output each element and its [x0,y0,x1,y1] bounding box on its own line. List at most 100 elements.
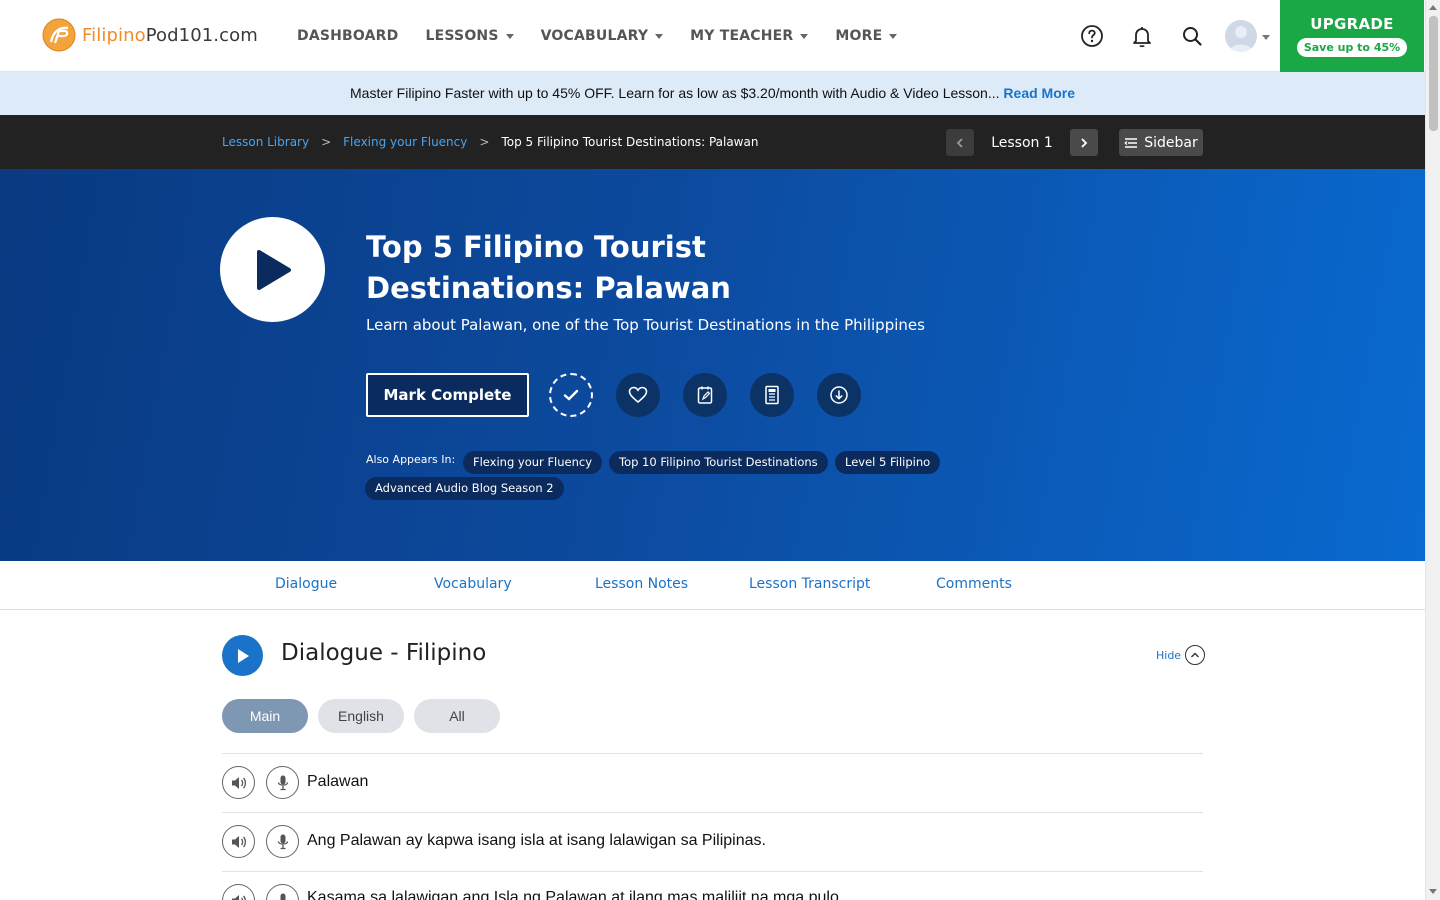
pdf-document-icon [765,385,779,405]
play-lesson-button[interactable] [220,217,325,322]
lesson-title: Top 5 Filipino Tourist Destinations: Pal… [366,230,731,305]
help-icon[interactable] [1080,24,1104,48]
breadcrumb-series[interactable]: Flexing your Fluency [343,135,467,149]
also-appears-label: Also Appears In: [366,453,456,466]
sidebar-toggle-button[interactable]: Sidebar [1119,129,1203,156]
dialogue-line: Palawan [307,773,369,790]
tab-dialogue[interactable]: Dialogue [275,561,337,609]
dialogue-line: Ang Palawan ay kapwa isang isla at isang… [307,832,766,849]
microphone-icon [278,893,287,900]
user-avatar-icon [1229,26,1253,52]
dialogue-title: Dialogue - Filipino [281,640,487,666]
chevron-up-icon [1185,645,1206,665]
tab-lesson-transcript[interactable]: Lesson Transcript [749,561,870,609]
upgrade-title: UPGRADE [1310,15,1394,33]
lesson-tabs: Dialogue Vocabulary Lesson Notes Lesson … [0,561,1425,610]
promo-banner: Master Filipino Faster with up to 45% OF… [0,72,1425,115]
avatar-caret-down-icon[interactable] [1262,35,1270,40]
sidebar-label: Sidebar [1144,134,1198,151]
speaker-icon [231,894,246,900]
chevron-left-icon [956,137,963,148]
caret-down-icon [655,33,664,39]
filter-english[interactable]: English [318,699,404,733]
logo-text-part1: Filipino [82,24,146,46]
notes-button[interactable] [683,373,727,417]
tab-comments[interactable]: Comments [936,561,1012,609]
read-more-link[interactable]: Read More [1003,85,1075,101]
nav-more-label: MORE [835,28,883,44]
logo-text: FilipinoPod101.com [82,25,258,46]
nav-lessons-label: LESSONS [425,28,499,44]
prev-lesson-button[interactable] [946,129,974,156]
breadcrumb-lesson-library[interactable]: Lesson Library [222,135,309,149]
nav-vocabulary[interactable]: VOCABULARY [541,28,664,44]
play-audio-button[interactable] [222,884,255,900]
record-button[interactable] [266,884,299,900]
upgrade-button[interactable]: UPGRADE Save up to 45% [1280,0,1424,72]
next-lesson-button[interactable] [1070,129,1098,156]
series-tag[interactable]: Advanced Audio Blog Season 2 [365,477,564,500]
scrollbar-thumb[interactable] [1429,16,1438,131]
complete-check-button[interactable] [549,373,593,417]
avatar[interactable] [1225,20,1257,52]
scroll-down-arrow-icon[interactable] [1429,889,1437,894]
filter-all[interactable]: All [414,699,500,733]
top-nav: FilipinoPod101.com DASHBOARD LESSONS VOC… [0,0,1425,72]
microphone-icon [277,775,288,790]
search-icon[interactable] [1180,24,1204,48]
chevron-right-icon: > [479,135,490,149]
caret-down-icon [889,33,898,39]
download-icon [830,386,848,404]
series-tag[interactable]: Top 10 Filipino Tourist Destinations [609,451,828,474]
breadcrumb-bar: Lesson Library > Flexing your Fluency > … [0,115,1425,169]
caret-down-icon [505,33,514,39]
nav-more[interactable]: MORE [835,28,898,44]
play-audio-button[interactable] [222,825,255,858]
nav-lessons[interactable]: LESSONS [426,28,514,44]
promo-text: Master Filipino Faster with up to 45% OF… [350,85,1000,101]
download-button[interactable] [817,373,861,417]
filter-main[interactable]: Main [222,699,308,733]
speaker-icon [231,776,246,789]
divider [222,812,1203,813]
logo-text-part2: Pod101.com [145,24,258,46]
page-scrollbar[interactable] [1425,0,1440,900]
bell-icon[interactable] [1130,24,1154,48]
dialogue-line: Kasama sa lalawigan ang Isla ng Palawan … [307,889,844,900]
chevron-right-icon [1081,137,1088,148]
breadcrumb-current: Top 5 Filipino Tourist Destinations: Pal… [501,135,759,149]
speaker-icon [231,835,246,848]
nav-dashboard[interactable]: DASHBOARD [297,28,399,44]
heart-icon [628,386,648,404]
favorite-button[interactable] [616,373,660,417]
series-tag[interactable]: Flexing your Fluency [463,451,603,474]
hide-dialogue-toggle[interactable]: Hide [1156,645,1206,665]
lesson-subtitle: Learn about Palawan, one of the Top Tour… [366,316,925,334]
main-nav: DASHBOARD LESSONS VOCABULARY MY TEACHER … [297,0,924,72]
nav-vocabulary-label: VOCABULARY [540,28,649,44]
breadcrumb: Lesson Library > Flexing your Fluency > … [222,115,758,169]
hide-label: Hide [1156,648,1182,662]
tab-lesson-notes[interactable]: Lesson Notes [595,561,688,609]
play-audio-button[interactable] [222,766,255,799]
chevron-right-icon: > [321,135,332,149]
upgrade-badge: Save up to 45% [1296,38,1408,57]
record-button[interactable] [266,825,299,858]
nav-my-teacher[interactable]: MY TEACHER [690,28,809,44]
divider [222,871,1203,872]
record-button[interactable] [266,766,299,799]
logo[interactable]: FilipinoPod101.com [42,18,258,52]
series-tag[interactable]: Level 5 Filipino [835,451,941,474]
play-icon [256,249,291,290]
dialogue-play-button[interactable] [222,635,263,676]
lesson-number: Lesson 1 [991,134,1053,151]
mark-complete-button[interactable]: Mark Complete [366,373,529,417]
microphone-icon [277,834,288,849]
check-icon [563,389,579,401]
tab-vocabulary[interactable]: Vocabulary [434,561,512,609]
lesson-hero: Top 5 Filipino Tourist Destinations: Pal… [0,169,1425,561]
scroll-up-arrow-icon[interactable] [1429,5,1437,10]
lesson-navigator: Lesson 1 [946,129,1098,156]
pdf-button[interactable] [750,373,794,417]
play-icon [237,648,249,663]
